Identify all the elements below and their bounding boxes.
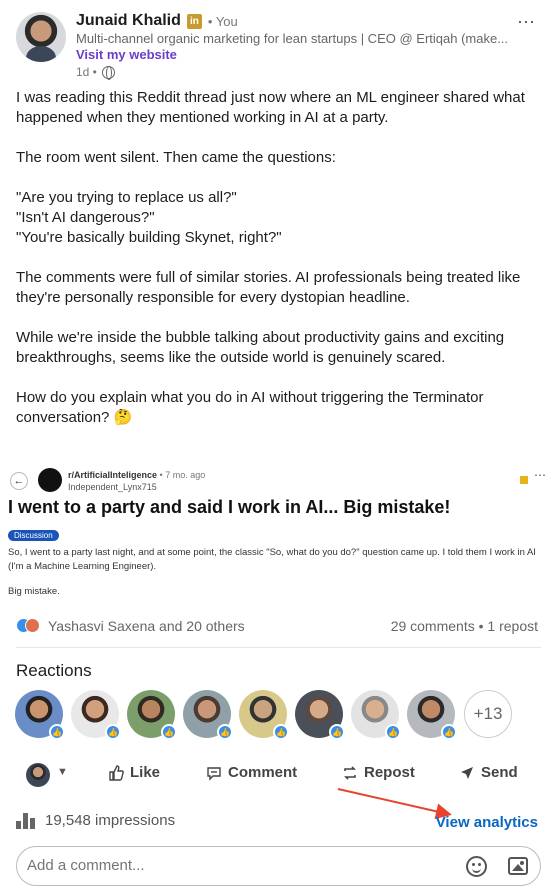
reactor-avatar[interactable]: 👍 bbox=[15, 690, 65, 740]
reddit-post-time: • 7 mo. ago bbox=[159, 470, 206, 480]
author-avatar[interactable] bbox=[16, 12, 66, 62]
author-name-row: Junaid Khalid in • You bbox=[76, 12, 238, 30]
reactor-avatar[interactable]: 👍 bbox=[127, 690, 177, 740]
like-icon bbox=[109, 764, 124, 781]
reactor-avatar[interactable]: 👍 bbox=[407, 690, 457, 740]
like-label: Like bbox=[130, 764, 161, 781]
comment-icon bbox=[207, 766, 221, 781]
post-paragraph: "Are you trying to replace us all?" "Isn… bbox=[16, 189, 282, 246]
comment-label: Comment bbox=[228, 764, 298, 781]
reddit-post-body: So, I went to a party last night, and at… bbox=[8, 547, 536, 572]
post-body: I was reading this Reddit thread just no… bbox=[16, 88, 541, 428]
post-paragraph: The comments were full of similar storie… bbox=[16, 269, 525, 306]
more-options-icon[interactable]: ⋯ bbox=[517, 12, 536, 33]
reddit-username: Independent_Lynx715 bbox=[68, 482, 157, 492]
reactor-avatar[interactable]: 👍 bbox=[71, 690, 121, 740]
reddit-post-body-2: Big mistake. bbox=[8, 586, 60, 597]
repost-icon bbox=[344, 765, 356, 780]
divider bbox=[16, 647, 541, 648]
more-reactors-button[interactable]: +13 bbox=[464, 690, 512, 738]
comment-input[interactable] bbox=[27, 857, 447, 874]
globe-icon bbox=[101, 65, 115, 80]
send-icon bbox=[461, 766, 473, 779]
like-badge-icon: 👍 bbox=[329, 724, 345, 740]
post-time-text: 1d • bbox=[76, 65, 97, 79]
image-icon[interactable] bbox=[508, 857, 528, 875]
post-time: 1d • bbox=[76, 65, 115, 80]
emoji-icon[interactable] bbox=[466, 856, 487, 877]
view-analytics-link[interactable]: View analytics bbox=[436, 814, 538, 831]
comments-reposts-count[interactable]: 29 comments • 1 repost bbox=[391, 618, 538, 634]
like-badge-icon: 👍 bbox=[217, 724, 233, 740]
like-badge-icon: 👍 bbox=[161, 724, 177, 740]
chevron-down-icon[interactable]: ▼ bbox=[57, 766, 68, 778]
like-button[interactable]: Like bbox=[108, 764, 160, 781]
subreddit-line: r/ArtificialInteligence • 7 mo. ago bbox=[68, 470, 205, 480]
back-arrow-icon: ← bbox=[10, 472, 28, 490]
comment-box[interactable] bbox=[16, 846, 541, 886]
author-relation: • You bbox=[207, 13, 238, 29]
bar-chart-icon bbox=[16, 812, 37, 829]
comment-button[interactable]: Comment bbox=[206, 764, 297, 781]
repost-label: Repost bbox=[364, 764, 415, 781]
post-paragraph: The room went silent. Then came the ques… bbox=[16, 149, 336, 166]
post-paragraph: How do you explain what you do in AI wit… bbox=[16, 389, 488, 426]
award-icon bbox=[520, 476, 528, 484]
love-reaction-icon bbox=[25, 618, 40, 633]
social-counts: Yashasvi Saxena and 20 others 29 comment… bbox=[16, 616, 541, 636]
author-name[interactable]: Junaid Khalid bbox=[76, 12, 181, 30]
subreddit-icon bbox=[38, 468, 62, 492]
react-as-avatar[interactable] bbox=[26, 763, 50, 787]
like-badge-icon: 👍 bbox=[273, 724, 289, 740]
reactor-avatar[interactable]: 👍 bbox=[239, 690, 289, 740]
like-badge-icon: 👍 bbox=[385, 724, 401, 740]
reddit-post-title: I went to a party and said I work in AI.… bbox=[8, 497, 451, 517]
visit-website-link[interactable]: Visit my website bbox=[76, 47, 177, 62]
linkedin-premium-icon: in bbox=[186, 13, 202, 29]
impressions-count: 19,548 impressions bbox=[45, 812, 176, 829]
post-header: Junaid Khalid in • You Multi-channel org… bbox=[16, 12, 541, 82]
reaction-icons bbox=[16, 618, 42, 634]
reactor-avatar[interactable]: 👍 bbox=[351, 690, 401, 740]
impressions-row: 19,548 impressions bbox=[16, 812, 175, 829]
send-button[interactable]: Send bbox=[459, 764, 518, 781]
like-badge-icon: 👍 bbox=[441, 724, 457, 740]
repost-button[interactable]: Repost bbox=[342, 764, 415, 781]
author-headline: Multi-channel organic marketing for lean… bbox=[76, 31, 509, 46]
action-bar: ▼ Like Comment Repost Send bbox=[16, 760, 541, 788]
like-badge-icon: 👍 bbox=[49, 724, 65, 740]
post-paragraph: I was reading this Reddit thread just no… bbox=[16, 89, 525, 126]
post-paragraph: While we're inside the bubble talking ab… bbox=[16, 329, 509, 366]
reactor-avatars: 👍 👍 👍 👍 👍 👍 👍 👍 bbox=[15, 690, 515, 740]
reactor-avatar[interactable]: 👍 bbox=[295, 690, 345, 740]
reddit-more-icon: ⋯ bbox=[534, 468, 546, 482]
reddit-screenshot-card[interactable]: ← r/ArtificialInteligence • 7 mo. ago In… bbox=[0, 462, 557, 607]
reactor-avatar[interactable]: 👍 bbox=[183, 690, 233, 740]
like-badge-icon: 👍 bbox=[105, 724, 121, 740]
send-label: Send bbox=[481, 764, 518, 781]
reactions-count[interactable]: Yashasvi Saxena and 20 others bbox=[48, 618, 245, 634]
reactions-heading: Reactions bbox=[16, 661, 92, 680]
subreddit-name: r/ArtificialInteligence bbox=[68, 470, 158, 480]
reddit-flair: Discussion bbox=[8, 530, 59, 541]
